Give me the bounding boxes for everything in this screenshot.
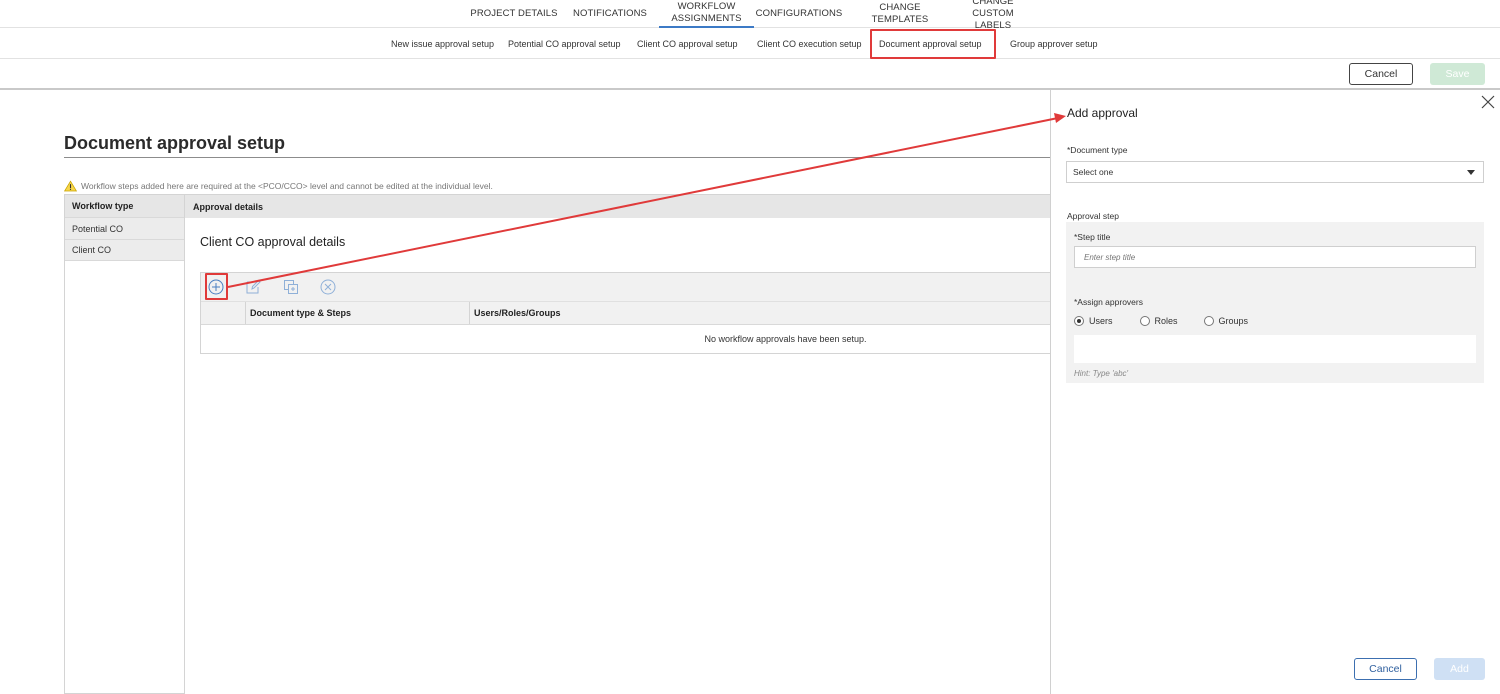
approver-hint: Hint: Type 'abc'	[1074, 369, 1129, 378]
assign-approvers-label: *Assign approvers	[1074, 297, 1143, 307]
edit-icon[interactable]	[244, 278, 262, 296]
radio-users-label: Users	[1089, 316, 1113, 326]
approvals-table: Document type & Steps Users/Roles/Groups…	[200, 272, 1050, 354]
subtab-document-approval-setup[interactable]: Document approval setup	[879, 28, 982, 59]
warning-text: Workflow steps added here are required a…	[81, 181, 493, 191]
add-icon[interactable]	[207, 278, 225, 296]
table-header: Document type & Steps Users/Roles/Groups	[201, 302, 1050, 325]
approver-search-input[interactable]	[1074, 335, 1476, 363]
approval-details-panel: Approval details Client CO approval deta…	[185, 194, 1050, 694]
close-icon[interactable]	[1481, 95, 1495, 109]
document-type-value: Select one	[1073, 167, 1114, 177]
column-header-document-type: Document type & Steps	[246, 302, 470, 324]
copy-icon[interactable]	[282, 278, 300, 296]
top-navigation: PROJECT DETAILS NOTIFICATIONS WORKFLOW A…	[0, 0, 1500, 31]
tab-change-templates[interactable]: CHANGE TEMPLATES	[853, 0, 947, 28]
approval-details-header: Approval details	[185, 195, 1050, 218]
subtab-new-issue-approval-setup[interactable]: New issue approval setup	[391, 28, 494, 59]
radio-groups-label: Groups	[1218, 316, 1249, 326]
empty-table-message: No workflow approvals have been setup.	[704, 334, 867, 344]
panel-cancel-button[interactable]: Cancel	[1354, 658, 1417, 680]
add-approval-panel: Add approval *Document type Select one A…	[1050, 90, 1500, 694]
document-type-label: *Document type	[1067, 145, 1128, 155]
delete-icon[interactable]	[319, 278, 337, 296]
tab-notifications[interactable]: NOTIFICATIONS	[573, 0, 647, 28]
radio-roles[interactable]: Roles	[1139, 316, 1178, 326]
panel-add-button[interactable]: Add	[1434, 658, 1485, 680]
radio-roles-indicator	[1139, 316, 1150, 326]
chevron-down-icon	[1467, 170, 1475, 175]
radio-users[interactable]: Users	[1074, 316, 1113, 326]
approval-step-box: *Step title *Assign approvers Users Role…	[1066, 222, 1484, 383]
sub-navigation: New issue approval setup Potential CO ap…	[0, 28, 1500, 59]
approval-step-label: Approval step	[1067, 211, 1119, 221]
document-type-select[interactable]: Select one	[1066, 161, 1484, 183]
radio-roles-label: Roles	[1154, 316, 1178, 326]
radio-groups-indicator	[1203, 316, 1214, 326]
radio-users-indicator	[1074, 316, 1084, 326]
page-title: Document approval setup	[64, 133, 286, 153]
column-header-select	[201, 302, 246, 324]
workflow-type-potential-co[interactable]: Potential CO	[65, 217, 184, 239]
title-divider	[64, 157, 1050, 158]
tab-configurations[interactable]: CONFIGURATIONS	[756, 0, 843, 28]
workflow-type-header: Workflow type	[65, 194, 184, 217]
warning-message: Workflow steps added here are required a…	[64, 180, 493, 192]
step-title-input[interactable]	[1074, 246, 1476, 268]
subtab-client-co-execution-setup[interactable]: Client CO execution setup	[757, 28, 862, 59]
tab-workflow-assignments[interactable]: WORKFLOW ASSIGNMENTS	[659, 0, 754, 28]
approver-type-radio-group: Users Roles Groups	[1074, 316, 1248, 326]
warning-icon	[64, 180, 77, 192]
tab-change-custom-labels[interactable]: CHANGE CUSTOM LABELS	[952, 0, 1034, 31]
action-bar: Cancel Save	[0, 59, 1500, 90]
panel-title: Add approval	[1067, 106, 1138, 120]
subtab-potential-co-approval-setup[interactable]: Potential CO approval setup	[508, 28, 621, 59]
subtab-group-approver-setup[interactable]: Group approver setup	[1010, 28, 1098, 59]
save-button[interactable]: Save	[1430, 63, 1485, 85]
radio-groups[interactable]: Groups	[1203, 316, 1249, 326]
section-title: Client CO approval details	[200, 235, 346, 249]
workflow-type-client-co[interactable]: Client CO	[65, 239, 184, 261]
workflow-type-panel: Workflow type Potential CO Client CO	[64, 194, 185, 694]
column-header-users-roles-groups: Users/Roles/Groups	[474, 308, 561, 318]
table-toolbar	[201, 273, 1050, 302]
step-title-label: *Step title	[1074, 232, 1111, 242]
tab-project-details[interactable]: PROJECT DETAILS	[470, 0, 558, 28]
subtab-client-co-approval-setup[interactable]: Client CO approval setup	[637, 28, 738, 59]
cancel-button[interactable]: Cancel	[1349, 63, 1413, 85]
